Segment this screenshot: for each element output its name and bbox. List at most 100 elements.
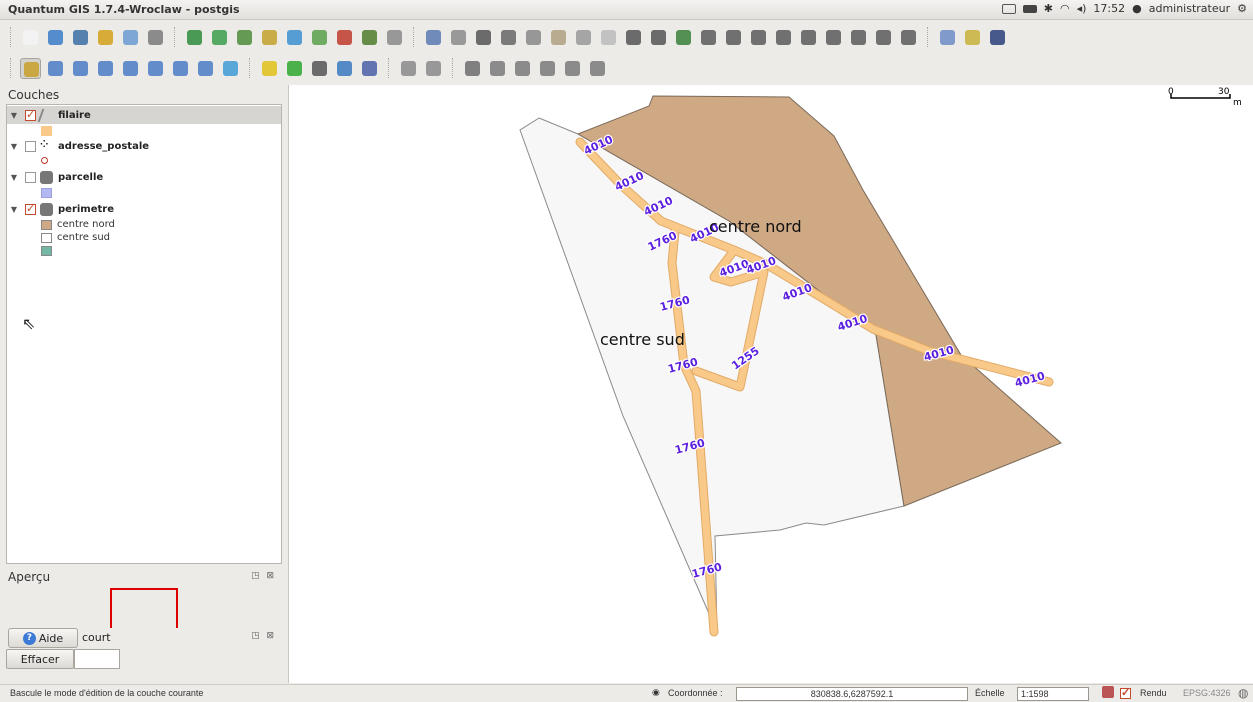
add-ring-icon[interactable] xyxy=(673,27,694,48)
scale-field[interactable]: 1:1598 xyxy=(1017,687,1089,701)
delete-part-icon[interactable] xyxy=(773,27,794,48)
layer-visibility-checkbox[interactable] xyxy=(25,202,36,215)
delete-selected-icon[interactable] xyxy=(523,27,544,48)
save-edits-icon[interactable] xyxy=(448,27,469,48)
layer-visibility-checkbox[interactable] xyxy=(25,171,36,183)
add-part-icon[interactable] xyxy=(698,27,719,48)
expand-icon[interactable]: ▼ xyxy=(7,205,21,214)
layer-row-parcelle[interactable]: ▼ parcelle xyxy=(7,168,281,186)
zoom-last-icon[interactable] xyxy=(170,58,191,79)
shortcut-panel-buttons[interactable]: ◳ ⊠ xyxy=(251,631,276,641)
rotate-label-icon[interactable] xyxy=(562,58,583,79)
show-bookmarks-icon[interactable] xyxy=(423,58,444,79)
render-checkbox[interactable] xyxy=(1120,686,1131,699)
measure-line-icon[interactable] xyxy=(334,58,355,79)
zoom-full-icon[interactable] xyxy=(95,58,116,79)
clock[interactable]: 17:52 xyxy=(1093,2,1125,15)
plugin-icon[interactable] xyxy=(937,27,958,48)
split-icon[interactable] xyxy=(823,27,844,48)
expand-icon[interactable]: ▼ xyxy=(7,173,21,182)
new-shapefile-icon[interactable] xyxy=(309,27,330,48)
whats-this-icon[interactable] xyxy=(987,27,1008,48)
refresh-icon[interactable] xyxy=(220,58,241,79)
save-project-icon[interactable] xyxy=(70,27,91,48)
new-project-icon[interactable] xyxy=(20,27,41,48)
add-raster-icon[interactable] xyxy=(209,27,230,48)
user-name[interactable]: administrateur xyxy=(1149,2,1230,15)
coordinate-icon[interactable]: ◉ xyxy=(652,687,660,698)
print-icon[interactable] xyxy=(145,27,166,48)
layers-panel[interactable]: ▼ filaire ▼ ⁘ adresse_postale ▼ parcelle… xyxy=(6,104,282,564)
legend-item xyxy=(41,157,48,164)
paste-icon[interactable] xyxy=(598,27,619,48)
delete-ring-icon[interactable] xyxy=(748,27,769,48)
add-wfs-icon[interactable] xyxy=(359,27,380,48)
add-postgis-icon[interactable] xyxy=(234,27,255,48)
layer-visibility-checkbox[interactable] xyxy=(25,108,36,121)
mail-icon[interactable] xyxy=(1001,3,1016,14)
undo-icon[interactable] xyxy=(623,27,644,48)
reshape-icon[interactable] xyxy=(798,27,819,48)
shortcut-input[interactable] xyxy=(74,649,120,669)
redo-icon[interactable] xyxy=(648,27,669,48)
overview-panel-buttons[interactable]: ◳ ⊠ xyxy=(251,571,276,581)
layer-row-adresse-postale[interactable]: ▼ ⁘ adresse_postale xyxy=(7,137,281,155)
add-vector-icon[interactable] xyxy=(184,27,205,48)
layer-visibility-checkbox[interactable] xyxy=(25,140,36,152)
identify-icon[interactable] xyxy=(259,58,280,79)
new-bookmark-icon[interactable] xyxy=(398,58,419,79)
select-icon[interactable] xyxy=(962,27,983,48)
crs-label[interactable]: EPSG:4326 xyxy=(1183,688,1231,698)
zoom-out-icon[interactable] xyxy=(70,58,91,79)
battery-icon[interactable] xyxy=(1022,4,1037,13)
zoom-next-icon[interactable] xyxy=(195,58,216,79)
merge-attributes-icon[interactable] xyxy=(873,27,894,48)
merge-icon[interactable] xyxy=(848,27,869,48)
move-label-icon[interactable] xyxy=(537,58,558,79)
layer-row-filaire[interactable]: ▼ filaire xyxy=(7,106,281,124)
expand-icon[interactable]: ▼ xyxy=(7,111,21,120)
print-composer-icon[interactable] xyxy=(120,27,141,48)
legend-swatch xyxy=(41,246,52,256)
save-as-icon[interactable] xyxy=(95,27,116,48)
pin-labels-icon[interactable] xyxy=(487,58,508,79)
pan-icon[interactable] xyxy=(20,57,41,79)
map-canvas[interactable]: 4010 4010 4010 4010 4010 4010 4010 4010 4010 4010… xyxy=(288,85,1253,683)
clear-button[interactable]: Effacer xyxy=(6,649,74,669)
wifi-icon[interactable]: ◠ xyxy=(1060,2,1070,15)
stop-render-icon[interactable] xyxy=(1102,686,1114,698)
fill-ring-icon[interactable] xyxy=(723,27,744,48)
open-project-icon[interactable] xyxy=(45,27,66,48)
overview-extent-rectangle[interactable] xyxy=(110,588,178,628)
add-wms-icon[interactable] xyxy=(284,27,305,48)
projection-status-icon[interactable]: ◍ xyxy=(1238,686,1248,700)
cut-icon[interactable] xyxy=(548,27,569,48)
expand-icon[interactable]: ▼ xyxy=(7,142,21,151)
toggle-edit-icon[interactable] xyxy=(423,27,444,48)
settings-gear-icon[interactable]: ⚙ xyxy=(1237,2,1247,15)
copy-icon[interactable] xyxy=(573,27,594,48)
change-label-icon[interactable] xyxy=(587,58,608,79)
help-button[interactable]: ? Aide xyxy=(8,628,78,648)
map-tips-icon[interactable] xyxy=(359,58,380,79)
deselect-icon[interactable] xyxy=(309,58,330,79)
polygon-layer-icon xyxy=(40,170,53,184)
node-tool-icon[interactable] xyxy=(498,27,519,48)
legend-swatch xyxy=(41,188,52,198)
rotate-icon[interactable] xyxy=(898,27,919,48)
remove-layer-icon[interactable] xyxy=(334,27,355,48)
add-gps-icon[interactable] xyxy=(384,27,405,48)
zoom-selection-icon[interactable] xyxy=(145,58,166,79)
add-spatialite-icon[interactable] xyxy=(259,27,280,48)
layer-row-perimetre[interactable]: ▼ perimetre xyxy=(7,200,281,218)
label-icon[interactable] xyxy=(462,58,483,79)
move-feature-icon[interactable] xyxy=(473,27,494,48)
coordinate-field[interactable]: 830838.6,6287592.1 xyxy=(736,687,968,701)
zoom-in-icon[interactable] xyxy=(45,58,66,79)
volume-icon[interactable]: ◂) xyxy=(1077,2,1087,15)
zoom-layer-icon[interactable] xyxy=(120,58,141,79)
show-hide-labels-icon[interactable] xyxy=(512,58,533,79)
select-features-icon[interactable] xyxy=(284,58,305,79)
map-svg[interactable]: 4010401040104010401040104010401040104010… xyxy=(289,85,1253,683)
bluetooth-icon[interactable]: ✱ xyxy=(1044,2,1053,15)
